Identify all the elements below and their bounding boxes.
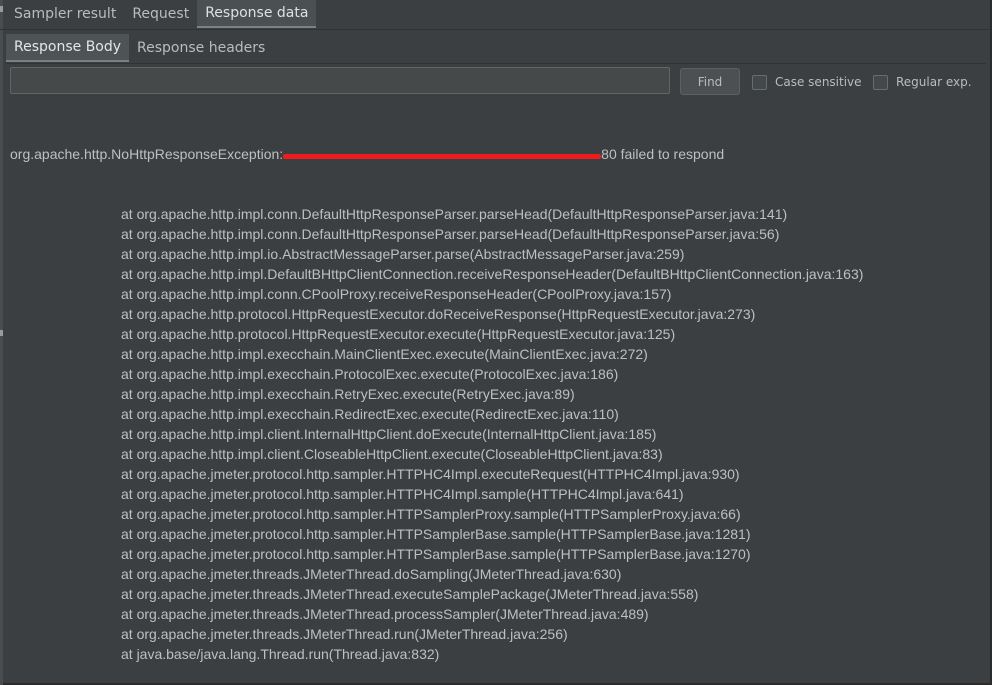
stack-trace-line: at org.apache.http.impl.io.AbstractMessa… <box>121 246 685 262</box>
stack-trace-line: at java.base/java.lang.Thread.run(Thread… <box>121 646 440 662</box>
top-tab-bar: Sampler result Request Response data <box>6 0 317 28</box>
exception-line: org.apache.http.NoHttpResponseException:… <box>10 144 985 164</box>
stack-trace-line: at org.apache.jmeter.protocol.http.sampl… <box>121 546 751 562</box>
regular-exp-checkbox[interactable]: Regular exp. <box>873 73 972 91</box>
grip-handle-top <box>0 6 3 12</box>
stack-trace-line: at org.apache.jmeter.protocol.http.sampl… <box>121 506 741 522</box>
regular-exp-label: Regular exp. <box>896 75 972 89</box>
stack-trace-line: at org.apache.http.impl.execchain.RetryE… <box>121 386 575 402</box>
exception-prefix: org.apache.http.NoHttpResponseException: <box>10 146 284 162</box>
stack-trace-line: at org.apache.http.impl.client.Closeable… <box>121 446 663 462</box>
stack-trace-line: at org.apache.http.impl.execchain.MainCl… <box>121 346 648 362</box>
case-sensitive-label: Case sensitive <box>775 75 862 89</box>
stack-trace-line: at org.apache.jmeter.protocol.http.sampl… <box>121 466 740 482</box>
stack-trace-line: at org.apache.http.impl.execchain.Redire… <box>121 406 619 422</box>
stack-trace-line: at org.apache.http.protocol.HttpRequestE… <box>121 306 756 322</box>
grip-handle-middle <box>0 330 3 336</box>
stack-trace-line: at org.apache.http.impl.conn.CPoolProxy.… <box>121 286 672 302</box>
search-input[interactable] <box>10 67 670 94</box>
stack-trace-line: at org.apache.http.impl.conn.DefaultHttp… <box>121 206 788 222</box>
divider <box>6 63 986 64</box>
checkbox-box[interactable] <box>752 74 767 90</box>
exception-suffix: 80 failed to respond <box>601 146 725 162</box>
stack-trace-line: at org.apache.http.impl.DefaultBHttpClie… <box>121 266 864 282</box>
stack-trace: at org.apache.http.impl.conn.DefaultHttp… <box>10 204 985 664</box>
tab-response-headers[interactable]: Response headers <box>129 34 273 62</box>
stack-trace-line: at org.apache.jmeter.protocol.http.sampl… <box>121 526 751 542</box>
tab-sampler-result[interactable]: Sampler result <box>6 0 124 28</box>
divider <box>0 29 990 30</box>
stack-trace-line: at org.apache.jmeter.threads.JMeterThrea… <box>121 566 622 582</box>
stack-trace-line: at org.apache.jmeter.threads.JMeterThrea… <box>121 626 568 642</box>
tab-request[interactable]: Request <box>124 0 197 28</box>
stack-trace-line: at org.apache.jmeter.protocol.http.sampl… <box>121 486 684 502</box>
stack-trace-line: at org.apache.jmeter.threads.JMeterThrea… <box>121 606 649 622</box>
stack-trace-line: at org.apache.http.impl.conn.DefaultHttp… <box>121 226 780 242</box>
tab-response-data[interactable]: Response data <box>197 0 317 28</box>
redaction-mark <box>283 153 602 159</box>
stack-trace-line: at org.apache.http.impl.client.InternalH… <box>121 426 657 442</box>
find-button[interactable]: Find <box>680 68 740 95</box>
case-sensitive-checkbox[interactable]: Case sensitive <box>752 73 862 91</box>
stack-trace-line: at org.apache.http.protocol.HttpRequestE… <box>121 326 676 342</box>
tab-response-body[interactable]: Response Body <box>6 34 130 62</box>
sub-tab-bar: Response Body Response headers <box>6 34 273 62</box>
checkbox-box[interactable] <box>873 74 888 90</box>
stack-trace-line: at org.apache.jmeter.threads.JMeterThrea… <box>121 586 699 602</box>
stack-trace-line: at org.apache.http.impl.execchain.Protoc… <box>121 366 619 382</box>
split-pane-divider[interactable] <box>0 0 3 685</box>
response-body-text[interactable]: org.apache.http.NoHttpResponseException:… <box>10 104 985 679</box>
